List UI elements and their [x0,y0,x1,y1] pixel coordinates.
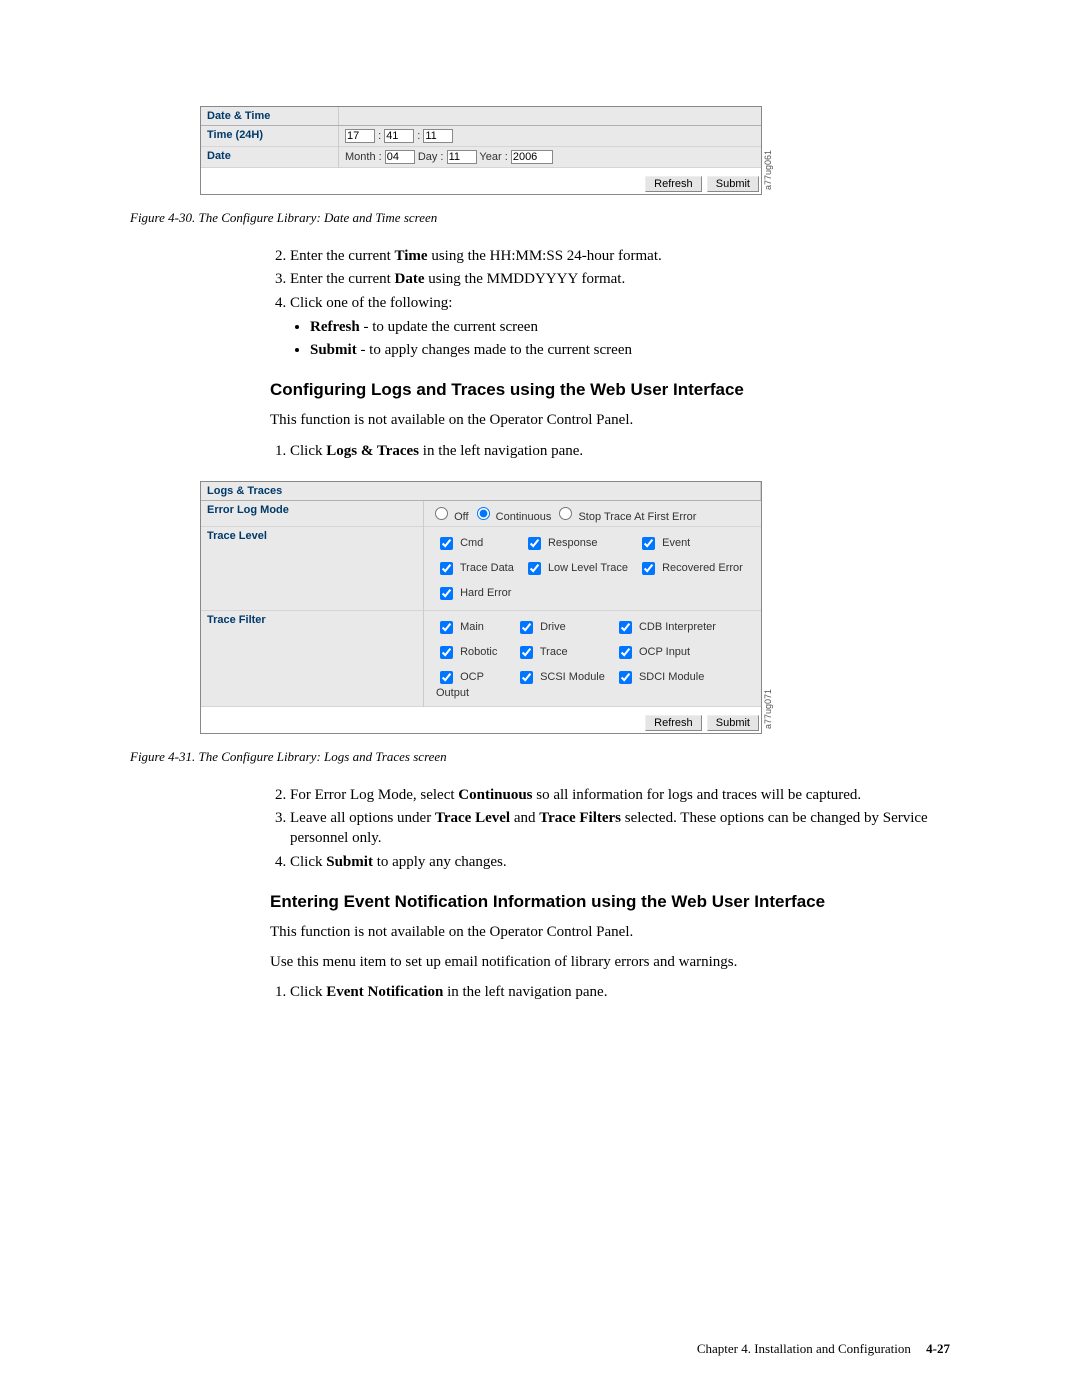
month-label: Month : [345,151,382,163]
figure-31-caption: Figure 4-31. The Configure Library: Logs… [130,749,950,765]
side-code-2: a77ug071 [763,689,773,729]
chk-cmd[interactable]: Cmd [436,537,483,549]
radio-stop[interactable]: Stop Trace At First Error [554,511,696,523]
chk-drive[interactable]: Drive [516,621,566,633]
date-row: Month : Day : Year : [339,147,762,168]
chk-main[interactable]: Main [436,621,484,633]
footer-chapter: Chapter 4. Installation and Configuratio… [697,1341,911,1356]
bullet-submit: Submit - to apply changes made to the cu… [310,340,940,360]
submit-button[interactable]: Submit [707,176,759,192]
chk-scsim[interactable]: SCSI Module [516,671,605,683]
time-colon-1: : [378,130,381,142]
logs-panel-title: Logs & Traces [201,482,761,501]
time-hh-input[interactable] [345,129,375,143]
date-year-input[interactable] [511,150,553,164]
step-2: Enter the current Time using the HH:MM:S… [290,246,940,266]
radio-continuous[interactable]: Continuous [472,511,552,523]
time-colon-2: : [417,130,420,142]
radio-off[interactable]: Off [430,511,469,523]
time-row: : : [339,126,762,147]
step-logs-4: Click Submit to apply any changes. [290,852,940,872]
chk-lowlevel[interactable]: Low Level Trace [524,562,628,574]
date-day-input[interactable] [447,150,477,164]
date-time-panel: a77ug061 Date & Time Time (24H) : : Date [200,106,762,195]
footer-pageno: 4-27 [926,1341,950,1356]
para-en-na: This function is not available on the Op… [270,922,940,942]
error-log-mode-label: Error Log Mode [201,500,424,526]
figure-30-caption: Figure 4-30. The Configure Library: Date… [130,210,950,226]
date-label: Date [201,147,339,168]
chk-robotic[interactable]: Robotic [436,646,497,658]
error-log-mode-options: Off Continuous Stop Trace At First Error [424,500,761,526]
para-logs-na: This function is not available on the Op… [270,410,940,430]
date-month-input[interactable] [385,150,415,164]
chk-ocpin[interactable]: OCP Input [615,646,690,658]
submit-button-2[interactable]: Submit [707,715,759,731]
chk-cdb[interactable]: CDB Interpreter [615,621,716,633]
chk-sdcim[interactable]: SDCI Module [615,671,704,683]
heading-event-notification: Entering Event Notification Information … [270,892,950,912]
day-label: Day : [418,151,444,163]
chk-ocpout[interactable]: OCP Output [436,671,484,699]
time-mm-input[interactable] [384,129,414,143]
chk-response[interactable]: Response [524,537,598,549]
chk-tracedata[interactable]: Trace Data [436,562,514,574]
step-4: Click one of the following: Refresh - to… [290,293,940,361]
page-footer: Chapter 4. Installation and Configuratio… [697,1341,950,1357]
trace-filter-label: Trace Filter [201,610,424,706]
para-en-desc: Use this menu item to set up email notif… [270,952,940,972]
step-logs-2: For Error Log Mode, select Continuous so… [290,785,940,805]
time-label: Time (24H) [201,126,339,147]
step-logs-3: Leave all options under Trace Level and … [290,808,940,849]
step-3: Enter the current Date using the MMDDYYY… [290,269,940,289]
chk-event[interactable]: Event [638,537,690,549]
refresh-button[interactable]: Refresh [645,176,702,192]
chk-trace[interactable]: Trace [516,646,568,658]
step-logs-1: Click Logs & Traces in the left navigati… [290,441,940,461]
heading-logs-traces: Configuring Logs and Traces using the We… [270,380,950,400]
trace-level-label: Trace Level [201,526,424,610]
step-en-1: Click Event Notification in the left nav… [290,982,940,1002]
year-label: Year : [479,151,507,163]
panel-title: Date & Time [201,107,339,126]
logs-traces-panel: a77ug071 Logs & Traces Error Log Mode Of… [200,481,762,734]
chk-harderror[interactable]: Hard Error [436,587,511,599]
time-ss-input[interactable] [423,129,453,143]
side-code-1: a77ug061 [763,150,773,190]
chk-recovered[interactable]: Recovered Error [638,562,743,574]
bullet-refresh: Refresh - to update the current screen [310,317,940,337]
refresh-button-2[interactable]: Refresh [645,715,702,731]
